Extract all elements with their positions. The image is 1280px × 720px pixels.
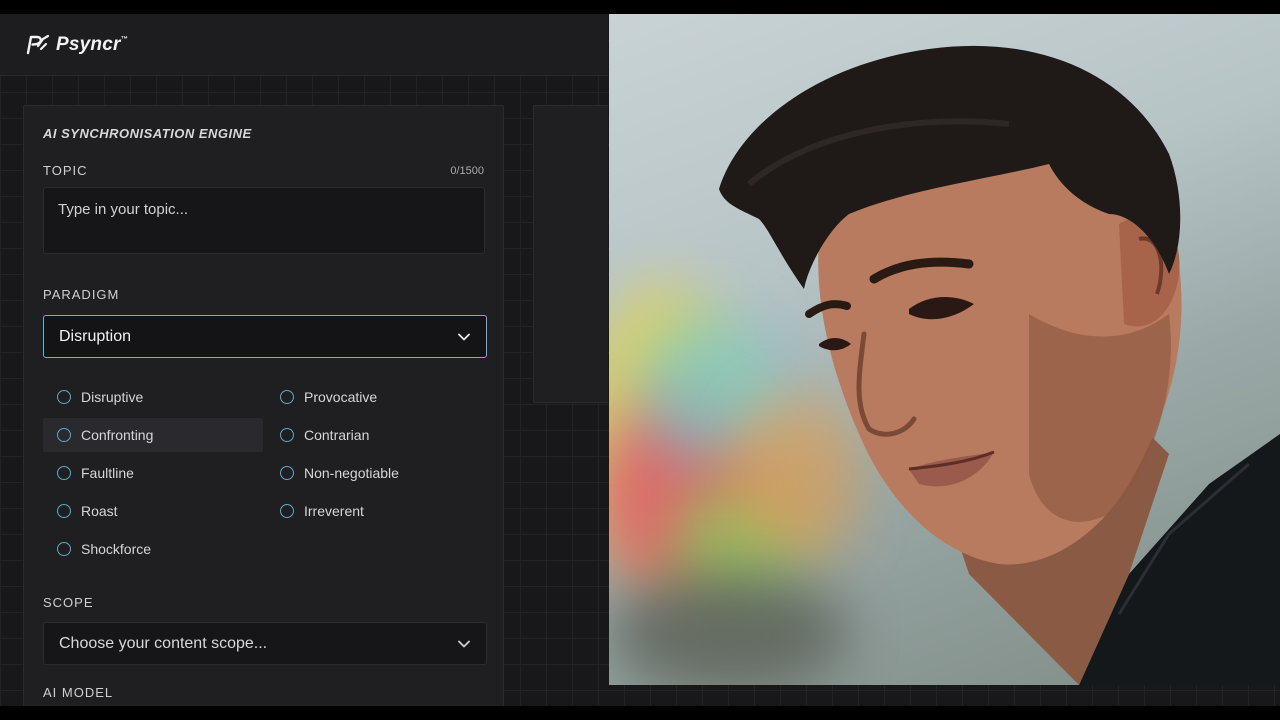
topic-label: TOPIC [43,163,88,178]
scope-label: SCOPE [43,595,94,610]
paradigm-option-label: Contrarian [304,427,370,443]
preview-card [533,105,608,403]
paradigm-option-label: Shockforce [81,541,152,557]
paradigm-option[interactable]: Roast [43,494,263,528]
chevron-down-icon [458,333,470,340]
scope-placeholder: Choose your content scope... [59,634,268,652]
paradigm-option-label: Roast [81,503,118,519]
paradigm-option-label: Disruptive [81,389,144,405]
radio-icon[interactable] [280,504,294,518]
person-illustration [719,45,1280,685]
paradigm-option[interactable]: Disruptive [43,380,263,414]
psyncr-logo-icon [26,34,50,54]
radio-icon[interactable] [57,428,71,442]
paradigm-label: PARADIGM [43,287,120,302]
engine-panel: AI SYNCHRONISATION ENGINE TOPIC 0/1500 T… [23,105,504,706]
logo[interactable]: Psyncr™ [24,33,128,57]
paradigm-option[interactable]: Non-negotiable [266,456,486,490]
paradigm-option-label: Faultline [81,465,134,481]
paradigm-option[interactable]: Faultline [43,456,263,490]
radio-icon[interactable] [57,390,71,404]
chevron-down-icon [458,640,470,647]
app-frame: Psyncr™ AI SYNCHRONISATION ENGINE TOPIC … [0,14,1280,706]
presenter-photo [609,14,1280,685]
paradigm-option[interactable]: Shockforce [43,532,263,566]
top-bar: Psyncr™ [0,14,608,76]
ai-model-label: AI MODEL [43,685,114,700]
topic-counter: 0/1500 [450,164,484,177]
radio-icon[interactable] [57,504,71,518]
paradigm-selected-value: Disruption [59,327,132,345]
radio-icon[interactable] [280,428,294,442]
topic-input[interactable]: Type in your topic... [43,187,485,254]
radio-icon[interactable] [280,466,294,480]
radio-icon[interactable] [57,542,71,556]
paradigm-option[interactable]: Confronting [43,418,263,452]
paradigm-option-label: Confronting [81,427,154,443]
radio-icon[interactable] [57,466,71,480]
paradigm-options: Disruptive Provocative Confronting Contrari… [43,380,484,566]
radio-icon[interactable] [280,390,294,404]
paradigm-option[interactable]: Provocative [266,380,486,414]
paradigm-option[interactable]: Contrarian [266,418,486,452]
paradigm-select[interactable]: Disruption [43,315,487,358]
topic-header: TOPIC 0/1500 [43,163,484,178]
scope-select[interactable]: Choose your content scope... [43,622,487,665]
paradigm-option-label: Non-negotiable [304,465,399,481]
paradigm-option-label: Irreverent [304,503,364,519]
paradigm-option-label: Provocative [304,389,378,405]
engine-title: AI SYNCHRONISATION ENGINE [43,126,252,141]
app-name: Psyncr™ [56,33,128,55]
paradigm-option[interactable]: Irreverent [266,494,486,528]
